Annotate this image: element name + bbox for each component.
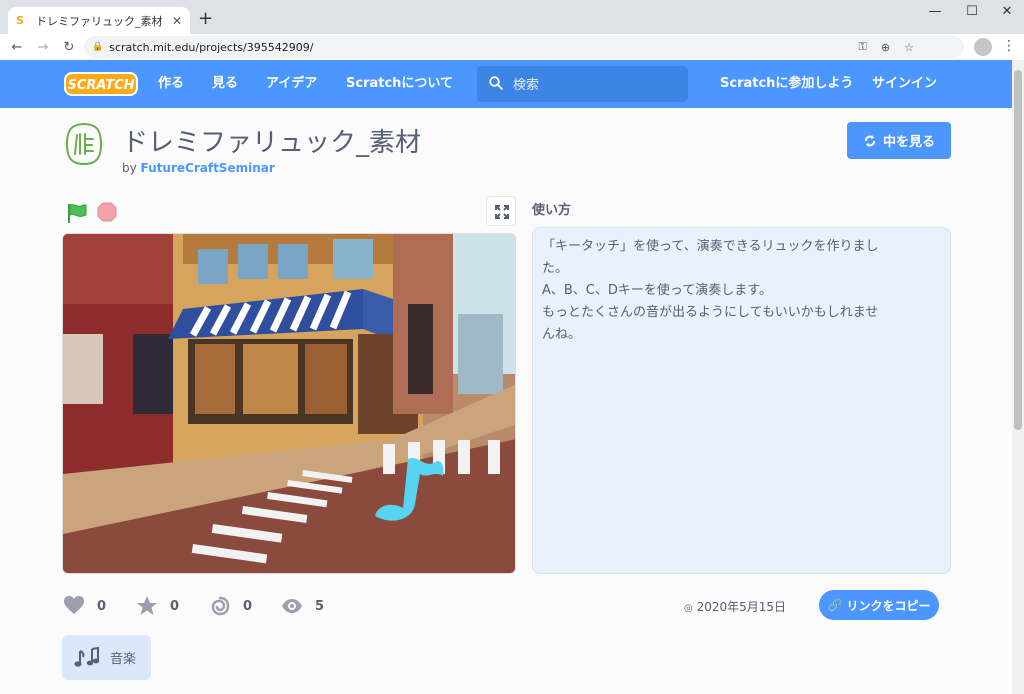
forward-icon[interactable]: → [33,40,53,55]
green-flag-icon[interactable] [66,202,88,224]
search-icon [489,76,503,90]
street-backdrop [63,234,515,573]
page-scrollbar[interactable] [1012,60,1024,694]
author-avatar[interactable] [64,120,104,168]
project-title: ドレミファリュック_素材 [122,128,422,158]
nav-about[interactable]: Scratchについて [346,60,453,108]
share-date-text: 2020年5月15日 [696,600,787,614]
scratch-favicon-icon: S [16,13,24,27]
see-inside-button[interactable]: 中を見る [847,122,951,159]
author-link[interactable]: FutureCraftSeminar [141,161,275,175]
search-box [477,66,688,102]
new-tab-icon[interactable]: + [198,9,213,29]
maximize-icon[interactable]: ☐ [962,4,982,19]
zoom-icon[interactable]: ⊕ [881,41,890,54]
page-viewport: SCRATCH 作る 見る アイデア Scratchについて Scratchに参… [0,60,1012,694]
key-icon[interactable]: ⚿ [859,40,867,54]
by-label: by [122,161,137,175]
genre-tag[interactable]: 音楽 [62,635,151,680]
tab-title: ドレミファリュック_素材 on Scratch [36,14,166,28]
view-stat: 5 [281,595,324,617]
instructions-heading: 使い方 [532,203,572,218]
scratch-logo[interactable]: SCRATCH [64,72,138,96]
remix-arrows-icon [864,134,875,147]
join-link[interactable]: Scratchに参加しよう [720,60,853,108]
profile-avatar[interactable] [974,38,992,56]
share-date: ◎ 2020年5月15日 [684,598,786,615]
remix-stat: 0 [209,595,252,617]
back-icon[interactable]: ← [7,40,27,55]
copy-link-label: リンクをコピー [846,598,931,613]
link-icon: 🔗 [827,598,843,612]
nav-explore[interactable]: 見る [212,60,238,108]
instructions-line: た。 [542,261,569,276]
scrollbar-thumb[interactable] [1014,70,1022,430]
byline: by FutureCraftSeminar [122,161,275,175]
love-count: 0 [97,598,107,614]
reload-icon[interactable]: ↻ [59,40,79,55]
clock-icon: ◎ [684,603,693,614]
music-notes-icon [74,646,100,667]
search-input[interactable] [513,74,673,94]
fullscreen-button[interactable] [486,196,516,226]
instructions-line: んね。 [542,327,582,342]
eye-icon [282,599,302,613]
favorite-count: 0 [170,598,180,614]
nav-create[interactable]: 作る [158,60,184,108]
address-bar[interactable]: 🔒 scratch.mit.edu/projects/395542909/ ⚿ … [84,36,964,58]
close-tab-icon[interactable]: ✕ [172,14,182,28]
instructions-line: もっとたくさんの音が出るようにしてもいいかもしれませ [542,305,879,320]
remix-count: 0 [243,598,253,614]
close-window-icon[interactable]: ✕ [997,4,1017,19]
copy-link-button[interactable]: 🔗 リンクをコピー [819,590,939,620]
see-inside-label: 中を見る [882,135,935,150]
remix-icon [211,596,230,616]
love-stat[interactable]: 0 [63,595,106,617]
minimize-icon[interactable]: — [925,4,945,19]
fullscreen-icon [495,205,509,219]
favorite-stat[interactable]: 0 [136,595,179,617]
heart-icon [64,596,84,614]
browser-tab[interactable]: S ドレミファリュック_素材 on Scratch ✕ [8,7,190,34]
menu-icon[interactable]: ⋮ [1002,38,1016,54]
star-icon [137,596,157,615]
scratch-navbar: SCRATCH 作る 見る アイデア Scratchについて Scratchに参… [0,60,1012,108]
stop-icon[interactable] [97,202,117,222]
instructions-box: 「キータッチ」を使って、演奏できるリュックを作りまし た。 A、B、C、Dキーを… [532,227,951,574]
star-icon[interactable]: ☆ [904,41,914,54]
browser-titlebar: S ドレミファリュック_素材 on Scratch ✕ + — ☐ ✕ [0,0,1024,34]
view-count: 5 [315,598,325,614]
browser-toolbar: ← → ↻ 🔒 scratch.mit.edu/projects/3955429… [0,34,1024,60]
genre-label: 音楽 [110,652,137,667]
project-stage[interactable] [62,233,516,574]
nav-ideas[interactable]: アイデア [266,60,317,108]
instructions-line: A、B、C、Dキーを使って演奏します。 [542,283,772,298]
lock-icon: 🔒 [92,42,104,52]
signin-link[interactable]: サインイン [872,60,937,108]
instructions-line: 「キータッチ」を使って、演奏できるリュックを作りまし [542,239,879,254]
url-text: scratch.mit.edu/projects/395542909/ [109,40,314,54]
